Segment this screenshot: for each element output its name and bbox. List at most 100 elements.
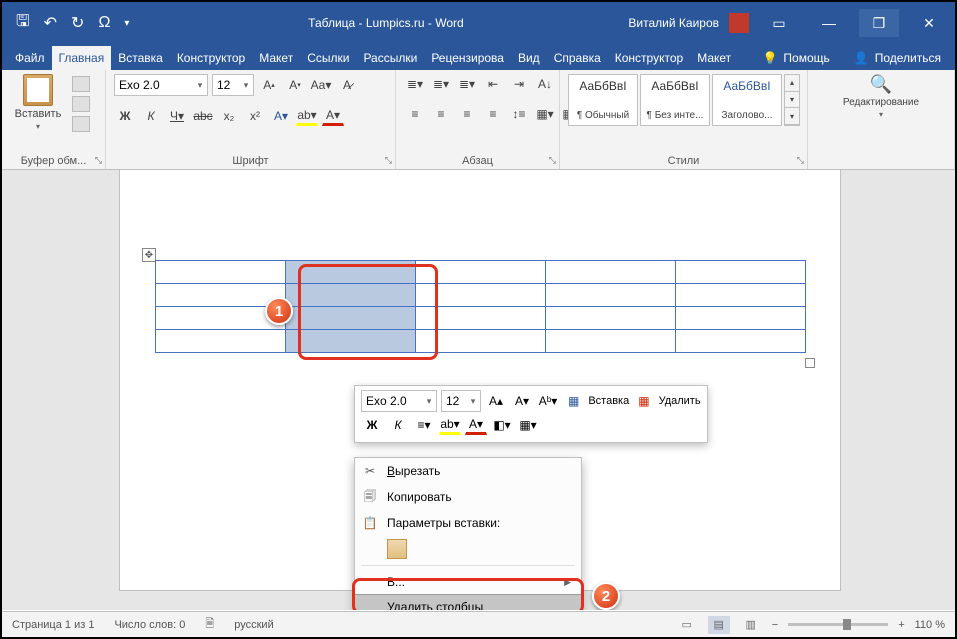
styles-scroll[interactable]: ▴▾▾ xyxy=(784,74,800,126)
sort-icon[interactable]: A↓ xyxy=(534,74,556,94)
ctx-cut[interactable]: ✂ВВырезатьырезать xyxy=(355,458,581,484)
highlight-icon[interactable]: ab▾ xyxy=(296,106,318,126)
chevron-down-icon[interactable]: ▾ xyxy=(193,80,207,91)
grow-font-icon[interactable]: A▴ xyxy=(258,75,280,95)
mt-size-combo[interactable]: ▾ xyxy=(441,390,481,412)
mt-align-icon[interactable]: ≡▾ xyxy=(413,415,435,435)
font-name-input[interactable] xyxy=(115,75,193,95)
status-words[interactable]: Число слов: 0 xyxy=(114,619,185,631)
align-right-icon[interactable]: ≡ xyxy=(456,104,478,124)
restore-button[interactable]: ❐ xyxy=(859,9,899,37)
strike-button[interactable]: abc xyxy=(192,106,214,126)
align-center-icon[interactable]: ≡ xyxy=(430,104,452,124)
mt-delete-label[interactable]: Удалить xyxy=(659,395,701,407)
mt-insert-icon[interactable]: ▦ xyxy=(563,391,584,411)
chevron-down-icon[interactable]: ▾ xyxy=(466,396,480,407)
avatar[interactable] xyxy=(729,13,749,33)
underline-button[interactable]: Ч▾ xyxy=(166,106,188,126)
tab-table-design[interactable]: Конструктор xyxy=(608,46,690,70)
mt-insert-label[interactable]: Вставка xyxy=(588,395,629,407)
tab-home[interactable]: Главная xyxy=(52,46,112,70)
redo-icon[interactable]: ↻ xyxy=(71,13,84,33)
status-page[interactable]: Страница 1 из 1 xyxy=(12,619,94,631)
mt-styles-icon[interactable]: Aᵇ▾ xyxy=(537,391,559,411)
bold-button[interactable]: Ж xyxy=(114,106,136,126)
spellcheck-icon[interactable]: 🗎 xyxy=(205,615,214,634)
shading-icon[interactable]: ▦▾ xyxy=(534,104,556,124)
ribbon-options-icon[interactable]: ▭ xyxy=(759,9,799,37)
zoom-out-icon[interactable]: − xyxy=(772,619,778,631)
mt-shrink-icon[interactable]: A▾ xyxy=(511,391,533,411)
ctx-copy[interactable]: 🗐Копировать xyxy=(355,484,581,510)
table[interactable] xyxy=(155,260,806,353)
clipboard-launcher[interactable]: ⤡ xyxy=(95,155,102,166)
style-nospacing[interactable]: АаБбВвІ¶ Без инте... xyxy=(640,74,710,126)
mt-grow-icon[interactable]: A▴ xyxy=(485,391,507,411)
tab-view[interactable]: Вид xyxy=(511,46,547,70)
tab-design[interactable]: Конструктор xyxy=(170,46,252,70)
mt-highlight-icon[interactable]: ab▾ xyxy=(439,415,461,435)
tab-references[interactable]: Ссылки xyxy=(300,46,356,70)
font-color-icon[interactable]: A▾ xyxy=(322,106,344,126)
font-name-combo[interactable]: ▾ xyxy=(114,74,208,96)
zoom-level[interactable]: 110 % xyxy=(915,619,945,631)
qat-more-icon[interactable]: ▾ xyxy=(124,18,129,29)
align-justify-icon[interactable]: ≡ xyxy=(482,104,504,124)
tab-insert[interactable]: Вставка xyxy=(111,46,170,70)
close-button[interactable]: ✕ xyxy=(909,9,949,37)
minimize-button[interactable]: — xyxy=(809,9,849,37)
bullets-icon[interactable]: ≣▾ xyxy=(404,74,426,94)
format-painter-icon[interactable] xyxy=(72,116,90,132)
indent-inc-icon[interactable]: ⇥ xyxy=(508,74,530,94)
ctx-delete-columns[interactable]: Удалить столбцы xyxy=(354,594,582,610)
style-normal[interactable]: АаБбВвІ¶ Обычный xyxy=(568,74,638,126)
tab-help[interactable]: Справка xyxy=(547,46,608,70)
copy-icon[interactable] xyxy=(72,96,90,112)
font-size-input[interactable] xyxy=(213,75,239,95)
view-print-icon[interactable]: ▤ xyxy=(708,616,730,634)
ctx-hidden-1[interactable]: В...▶ xyxy=(355,569,581,595)
mt-borders-icon[interactable]: ▦▾ xyxy=(517,415,539,435)
ctx-paste-option-1[interactable] xyxy=(355,536,581,562)
multilevel-icon[interactable]: ≣▾ xyxy=(456,74,478,94)
zoom-in-icon[interactable]: + xyxy=(898,619,904,631)
editing-button[interactable]: 🔍 Редактирование ▾ xyxy=(853,74,909,119)
tell-me[interactable]: Помощь xyxy=(783,51,829,65)
save-icon[interactable]: 🖫 xyxy=(16,10,30,37)
styles-launcher[interactable]: ⤡ xyxy=(797,155,804,166)
numbering-icon[interactable]: ≣▾ xyxy=(430,74,452,94)
table-move-handle[interactable]: ✥ xyxy=(142,248,156,262)
font-launcher[interactable]: ⤡ xyxy=(385,155,392,166)
tab-layout[interactable]: Макет xyxy=(252,46,300,70)
line-spacing-icon[interactable]: ↕≡ xyxy=(508,104,530,124)
table-resize-handle[interactable] xyxy=(805,358,815,368)
para-launcher[interactable]: ⤡ xyxy=(549,155,556,166)
subscript-button[interactable]: x₂ xyxy=(218,106,240,126)
indent-dec-icon[interactable]: ⇤ xyxy=(482,74,504,94)
mt-size-input[interactable] xyxy=(442,391,466,411)
mt-delete-icon[interactable]: ▦ xyxy=(633,391,654,411)
mt-shading-icon[interactable]: ◧▾ xyxy=(491,415,513,435)
undo-icon[interactable]: ↶ xyxy=(44,13,57,33)
tab-file[interactable]: Файл xyxy=(8,46,52,70)
style-heading1[interactable]: АаБбВвІЗаголово... xyxy=(712,74,782,126)
mt-bold[interactable]: Ж xyxy=(361,415,383,435)
mt-italic[interactable]: К xyxy=(387,415,409,435)
italic-button[interactable]: К xyxy=(140,106,162,126)
omega-icon[interactable]: Ω xyxy=(98,14,110,32)
tab-review[interactable]: Рецензирова xyxy=(424,46,511,70)
change-case-icon[interactable]: Aa▾ xyxy=(310,75,332,95)
tab-table-layout[interactable]: Макет xyxy=(690,46,738,70)
font-size-combo[interactable]: ▾ xyxy=(212,74,254,96)
chevron-down-icon[interactable]: ▾ xyxy=(422,396,436,407)
view-read-icon[interactable]: ▭ xyxy=(676,616,698,634)
clear-format-icon[interactable]: A̷ xyxy=(336,75,358,95)
superscript-button[interactable]: x² xyxy=(244,106,266,126)
paste-button[interactable]: Вставить ▾ xyxy=(10,74,66,131)
lightbulb-icon[interactable]: 💡 xyxy=(762,51,777,65)
share-button[interactable]: Поделиться xyxy=(875,51,941,65)
mt-fontcolor-icon[interactable]: A▾ xyxy=(465,415,487,435)
mt-font-combo[interactable]: ▾ xyxy=(361,390,437,412)
zoom-slider[interactable] xyxy=(788,623,888,626)
text-effects-icon[interactable]: A▾ xyxy=(270,106,292,126)
